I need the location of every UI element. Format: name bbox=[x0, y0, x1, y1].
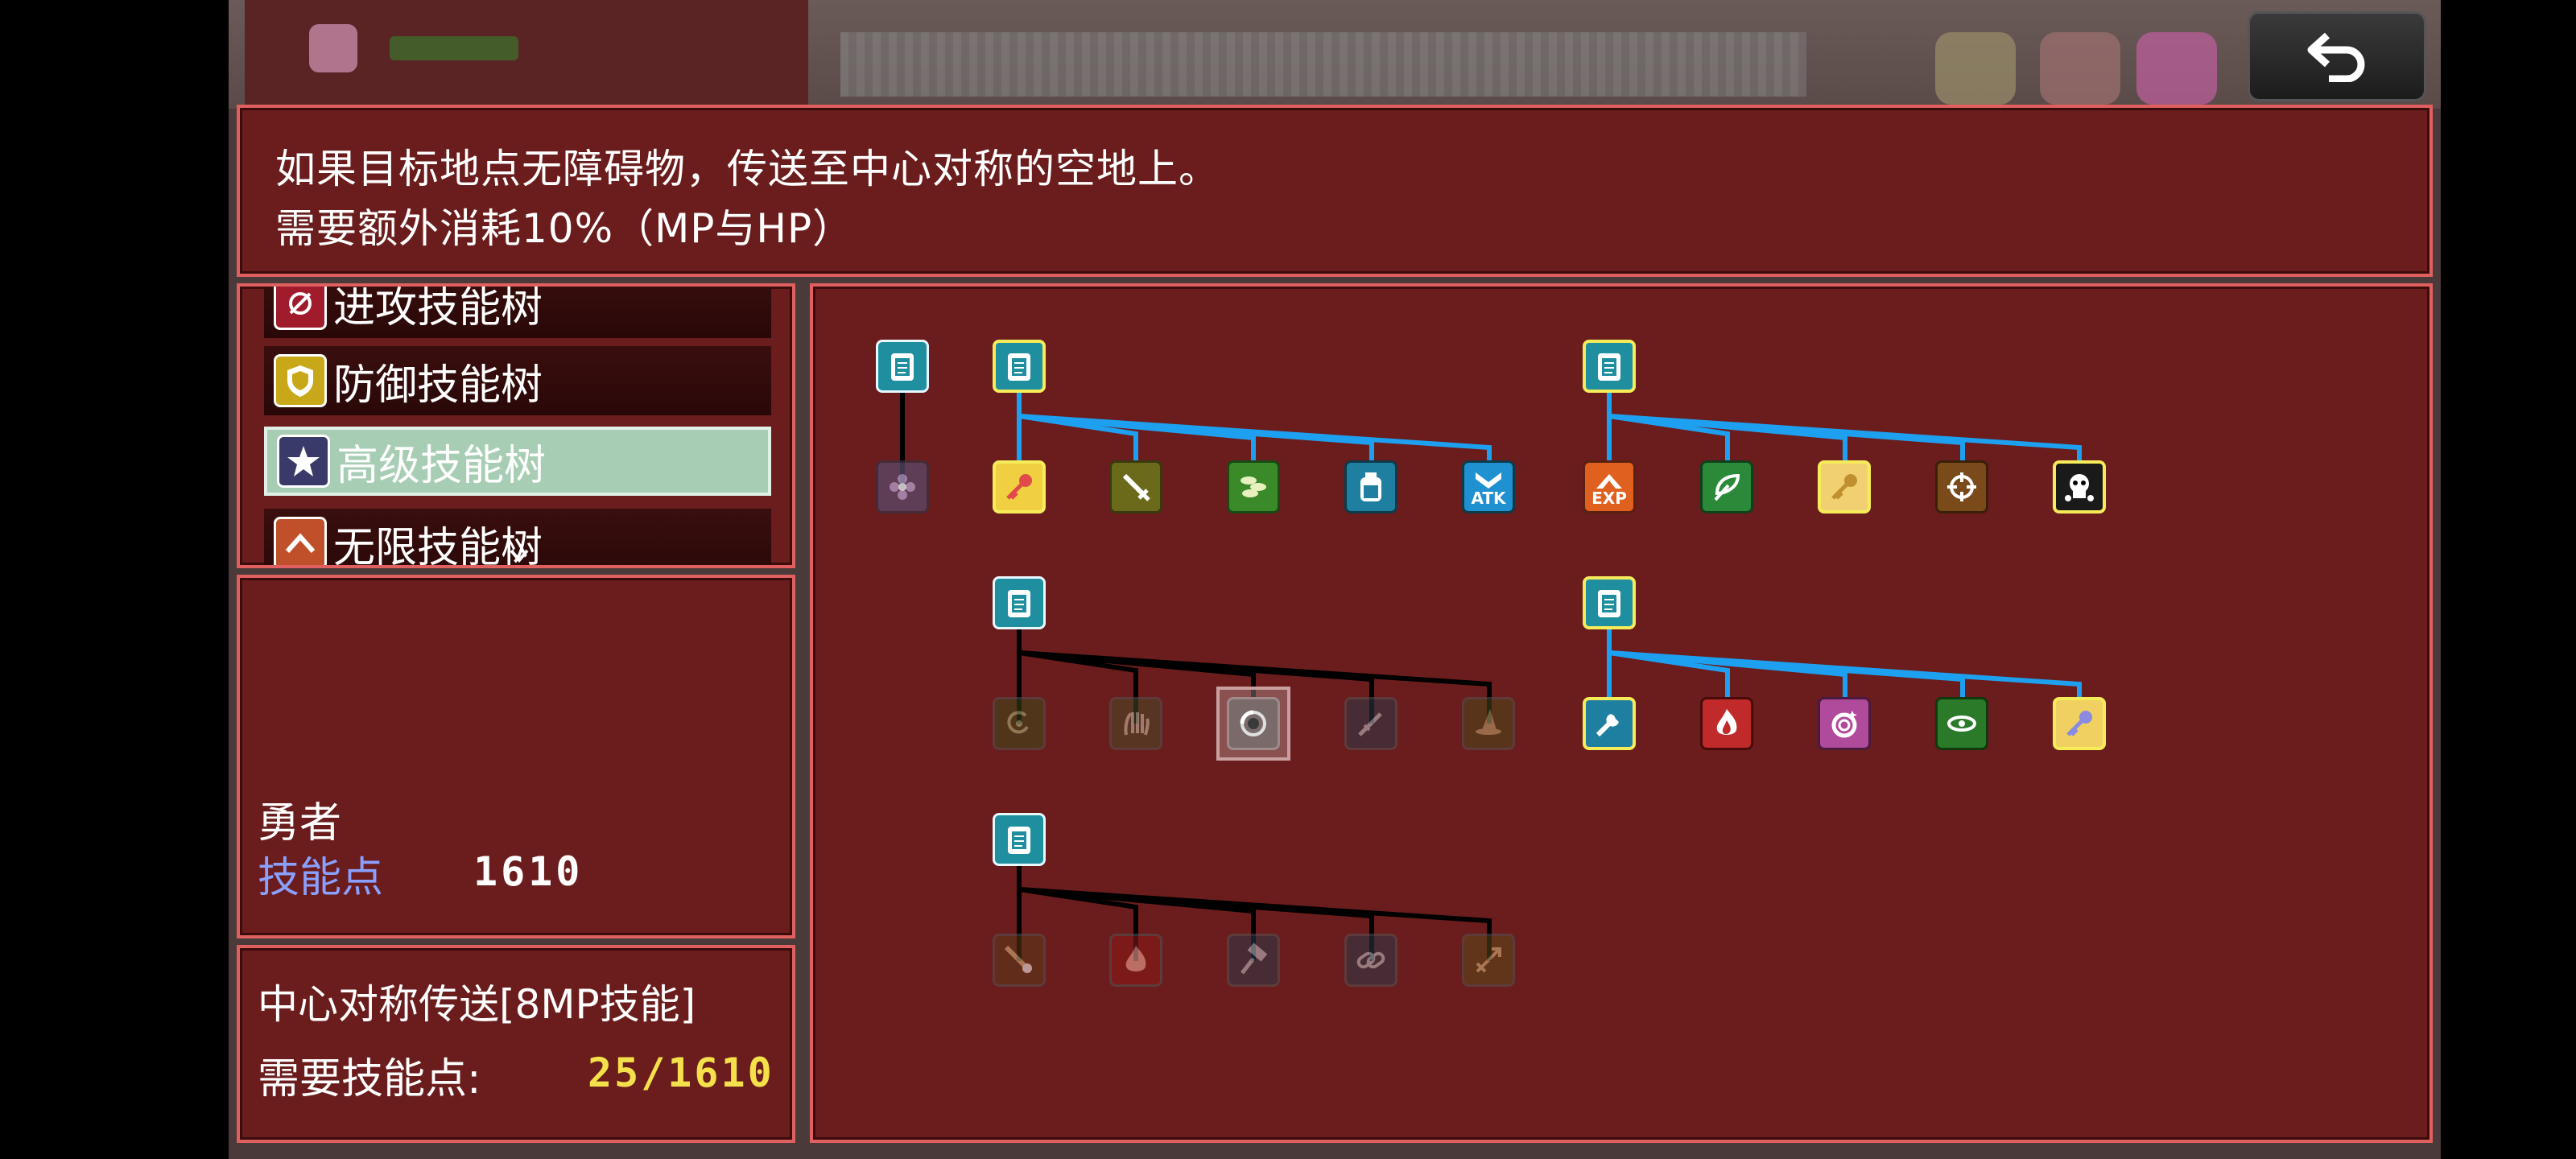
wrench-icon bbox=[1596, 714, 1619, 737]
skill-node-chain[interactable] bbox=[1344, 934, 1397, 987]
skill-node-atk[interactable]: ATK bbox=[1462, 460, 1515, 514]
skill-book-icon bbox=[1008, 590, 1030, 617]
skill-node-coins[interactable] bbox=[1227, 460, 1280, 514]
background-scene bbox=[229, 0, 2441, 109]
attack-icon bbox=[274, 287, 327, 330]
skill-node-target[interactable] bbox=[1935, 460, 1988, 514]
required-points-label: 需要技能点: bbox=[258, 1055, 481, 1103]
skill-node-exp[interactable]: EXP bbox=[1583, 460, 1636, 514]
infinite-icon bbox=[274, 517, 327, 565]
skill-node-ring[interactable] bbox=[1818, 697, 1871, 750]
scroll-down-icon[interactable] bbox=[510, 549, 529, 563]
exp-label: EXP bbox=[1591, 489, 1627, 508]
skill-node-key-gold[interactable] bbox=[1818, 460, 1871, 514]
skill-node-dagger[interactable] bbox=[1344, 697, 1397, 750]
skill-root-node[interactable] bbox=[876, 340, 929, 393]
skill-description-panel: 如果目标地点无障碍物，传送至中心对称的空地上。 需要额外消耗10%（MP与HP） bbox=[237, 105, 2433, 277]
shield-icon bbox=[274, 354, 327, 407]
coins-icon bbox=[1241, 476, 1266, 497]
skill-node-witch-hat[interactable] bbox=[1462, 697, 1515, 750]
hammer-icon bbox=[1241, 942, 1268, 975]
skill-points-label: 技能点 bbox=[258, 854, 384, 902]
skill-node-swirl[interactable] bbox=[993, 697, 1046, 750]
skill-book-icon bbox=[891, 353, 914, 381]
star-icon bbox=[277, 435, 330, 488]
selected-skill-title: 中心对称传送[8MP技能] bbox=[258, 981, 696, 1028]
crosshair-icon bbox=[1947, 472, 1976, 501]
vortex-icon bbox=[1240, 710, 1266, 736]
witch-hat-icon bbox=[1476, 709, 1501, 735]
category-label: 进攻技能树 bbox=[333, 283, 543, 332]
description-line-1: 如果目标地点无障碍物，传送至中心对称的空地上。 bbox=[275, 146, 1220, 192]
character-info-panel: 勇者 技能点 1610 bbox=[237, 575, 795, 938]
skill-points-value: 1610 bbox=[473, 848, 584, 895]
skill-book-icon bbox=[1598, 353, 1620, 381]
key-icon bbox=[1831, 474, 1857, 500]
skill-node-sword[interactable] bbox=[1109, 460, 1162, 514]
skill-node-skull[interactable] bbox=[2053, 460, 2106, 514]
back-button[interactable] bbox=[2248, 11, 2426, 101]
atk-label: ATK bbox=[1471, 489, 1506, 508]
skill-tree-panel: ATK EXP bbox=[810, 283, 2433, 1143]
arrows-icon bbox=[1476, 947, 1501, 973]
skill-book-icon bbox=[1008, 353, 1030, 381]
skill-node-arrows[interactable] bbox=[1462, 934, 1515, 987]
skill-root-node[interactable] bbox=[993, 340, 1046, 393]
skill-root-node[interactable] bbox=[993, 813, 1046, 866]
ring-icon bbox=[1831, 711, 1857, 738]
character-name: 勇者 bbox=[258, 799, 342, 848]
category-attack-tree[interactable]: 进攻技能树 bbox=[264, 283, 771, 338]
skill-node-flame[interactable] bbox=[1109, 934, 1162, 987]
skill-tree-category-list: 进攻技能树 防御技能树 高级技能树 无限技能树 bbox=[237, 283, 795, 568]
key-icon bbox=[2066, 711, 2092, 736]
skill-node-vortex[interactable] bbox=[1227, 697, 1280, 750]
flame-icon bbox=[1125, 946, 1146, 971]
skill-book-icon bbox=[1598, 590, 1620, 617]
fire-icon bbox=[1716, 709, 1737, 735]
chain-icon bbox=[1356, 951, 1385, 969]
category-defense-tree[interactable]: 防御技能树 bbox=[264, 346, 771, 415]
swirl-icon bbox=[1007, 711, 1029, 734]
skill-node-hammer[interactable] bbox=[1227, 934, 1280, 987]
skill-root-node[interactable] bbox=[993, 576, 1046, 629]
skill-node-key-purple[interactable] bbox=[2053, 697, 2106, 750]
skill-root-node[interactable] bbox=[1583, 340, 1636, 393]
game-screen: 如果目标地点无障碍物，传送至中心对称的空地上。 需要额外消耗10%（MP与HP）… bbox=[229, 0, 2441, 1159]
flower-icon bbox=[890, 474, 915, 500]
selected-skill-panel: 中心对称传送[8MP技能] 需要技能点: 25/1610 bbox=[237, 945, 795, 1143]
skill-node-hand[interactable] bbox=[1109, 697, 1162, 750]
skill-node-fire[interactable] bbox=[1700, 697, 1753, 750]
sword-icon bbox=[1122, 473, 1150, 501]
skill-node-key-red[interactable] bbox=[993, 460, 1046, 514]
potion-jar-icon bbox=[1360, 472, 1381, 501]
skill-node-leaf[interactable] bbox=[1700, 460, 1753, 514]
category-label: 防御技能树 bbox=[333, 361, 543, 410]
skill-node-comet[interactable] bbox=[993, 934, 1046, 987]
goggles-icon bbox=[1947, 716, 1976, 732]
skill-node-wrench[interactable] bbox=[1583, 697, 1636, 750]
skill-node-goggles[interactable] bbox=[1935, 697, 1988, 750]
comet-icon bbox=[1004, 945, 1032, 973]
skull-icon bbox=[2065, 474, 2094, 501]
dagger-icon bbox=[1358, 712, 1382, 736]
category-advanced-tree[interactable]: 高级技能树 bbox=[264, 427, 771, 496]
skill-node-flower[interactable] bbox=[876, 460, 929, 514]
key-icon bbox=[1006, 474, 1032, 500]
skill-node-potion[interactable] bbox=[1344, 460, 1397, 514]
skill-root-node[interactable] bbox=[1583, 576, 1636, 629]
description-line-2: 需要额外消耗10%（MP与HP） bbox=[275, 205, 854, 252]
category-label: 高级技能树 bbox=[336, 441, 547, 490]
skill-book-icon bbox=[1008, 827, 1030, 854]
return-arrow-icon bbox=[2307, 32, 2365, 82]
leaf-icon bbox=[1714, 473, 1740, 501]
hand-icon bbox=[1124, 712, 1150, 736]
required-points-value: 25/1610 bbox=[588, 1050, 774, 1096]
